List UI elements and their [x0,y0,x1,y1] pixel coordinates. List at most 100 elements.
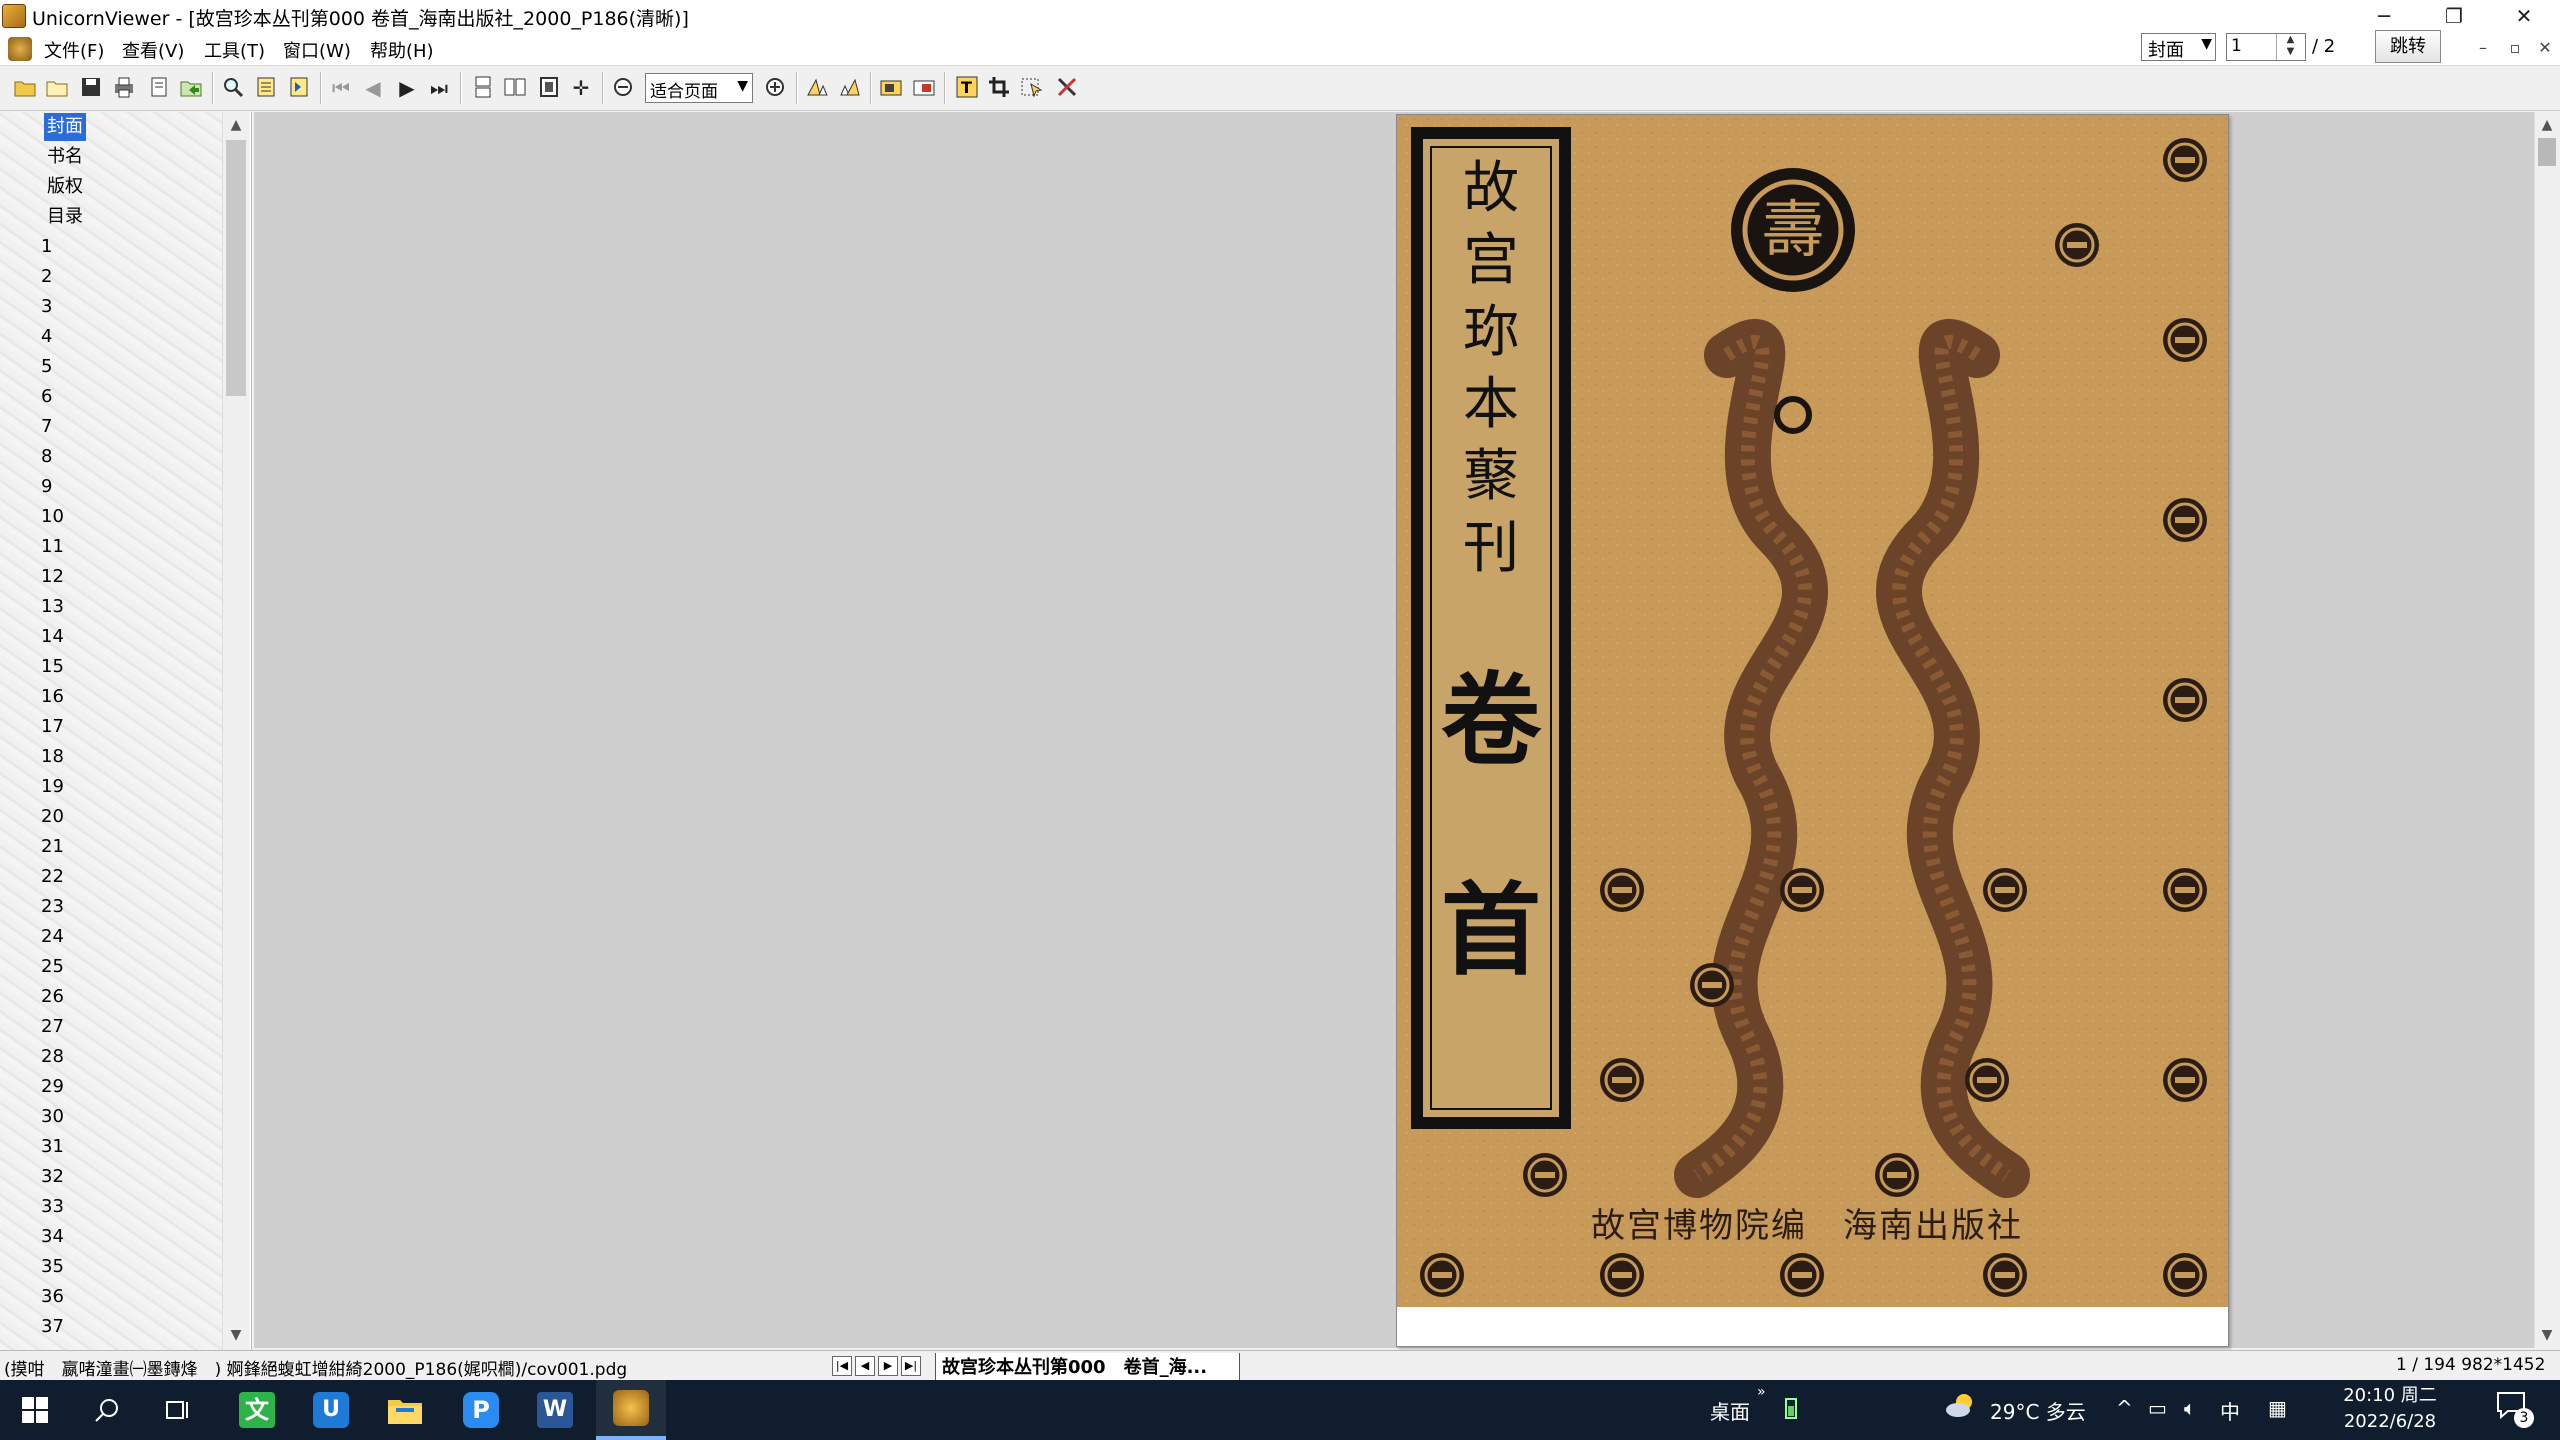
tree-item[interactable]: 29 [38,1073,67,1101]
save-icon[interactable] [76,73,106,103]
tree-item[interactable]: 36 [38,1283,67,1311]
menu-file[interactable]: 文件(F) [44,37,104,63]
tree-item[interactable]: 17 [38,713,67,741]
tree-item[interactable]: 13 [38,593,67,621]
tree-item[interactable]: 34 [38,1223,67,1251]
goto-button[interactable]: 跳转 [2375,30,2441,63]
chevron-right-icon[interactable]: » [1757,1384,1766,1400]
settings-tools-icon[interactable] [1052,73,1082,103]
document-tab[interactable]: 故宫珍本丛刊第000 卷首_海... [935,1353,1240,1381]
fit-page-icon[interactable] [534,73,564,103]
document-page[interactable]: 壽 故宫珎本藂刊 卷首 故宫博物院编 海南出版社 [1396,114,2229,1347]
tab-prev-button[interactable]: ◀ [855,1356,875,1376]
crop-icon[interactable] [984,73,1014,103]
tree-item[interactable]: 3 [38,293,55,321]
zoom-out-icon[interactable] [608,73,638,103]
tree-item[interactable]: 25 [38,953,67,981]
search-icon[interactable] [218,73,248,103]
print-icon[interactable] [109,73,139,103]
left-scroll-thumb[interactable] [226,140,246,396]
last-page-icon[interactable]: ⏭ [424,73,454,103]
tree-item[interactable]: 6 [38,383,55,411]
tree-item[interactable]: 30 [38,1103,67,1131]
network-icon[interactable]: ▭ [2148,1396,2167,1420]
menu-help[interactable]: 帮助(H) [370,37,434,63]
tree-item[interactable]: 24 [38,923,67,951]
tree-item[interactable]: 版权 [44,173,86,201]
open-file-icon[interactable] [42,73,72,103]
taskbar-app-unicornviewer[interactable] [596,1380,666,1440]
scroll-down-icon[interactable]: ▼ [2534,1322,2560,1348]
tree-item[interactable]: 书名 [44,143,86,171]
desktop-toolbar-label[interactable]: 桌面 [1710,1396,1750,1425]
tree-item[interactable]: 20 [38,803,67,831]
tree-item[interactable]: 26 [38,983,67,1011]
tree-item[interactable]: 21 [38,833,67,861]
tree-item[interactable]: 22 [38,863,67,891]
volume-icon[interactable]: 🔈︎ [2184,1396,2196,1420]
start-button[interactable] [0,1380,70,1440]
two-page-icon[interactable] [500,73,530,103]
tree-item[interactable]: 28 [38,1043,67,1071]
zoom-select[interactable]: 适合页面 ▼ [645,73,753,103]
prev-page-icon[interactable]: ◀ [358,73,388,103]
mdi-close-button[interactable]: ✕ [2532,38,2558,64]
tree-item[interactable]: 4 [38,323,55,351]
document-menu-icon[interactable] [8,37,32,61]
first-page-icon[interactable]: ⏮ [326,73,356,103]
next-page-icon[interactable]: ▶ [392,73,422,103]
chevron-up-icon[interactable]: ^ [2116,1396,2133,1420]
menu-window[interactable]: 窗口(W) [283,37,351,63]
tree-item[interactable]: 封面 [44,113,86,141]
tree-item[interactable]: 31 [38,1133,67,1161]
taskbar-app-p[interactable]: P [446,1380,516,1440]
right-scrollbar[interactable] [2534,112,2560,1348]
page-type-select[interactable]: 封面 ▼ [2141,33,2216,61]
export-icon[interactable] [176,73,206,103]
tree-item[interactable]: 8 [38,443,55,471]
task-view-button[interactable] [144,1380,214,1440]
tree-item[interactable]: 27 [38,1013,67,1041]
taskbar-app-outlook[interactable]: U [296,1380,366,1440]
select-tool-icon[interactable] [1018,73,1048,103]
restore-button[interactable]: ❐ [2424,0,2484,33]
mdi-restore-button[interactable]: ▫ [2502,38,2528,64]
bookmark-list-icon[interactable] [284,73,314,103]
tree-item[interactable]: 1 [38,233,55,261]
scroll-up-icon[interactable]: ▲ [222,112,250,138]
taskbar-app-explorer[interactable] [370,1380,440,1440]
minimize-button[interactable]: ─ [2354,0,2414,33]
close-button[interactable]: ✕ [2494,0,2554,33]
weather-text[interactable]: 29°C 多云 [1990,1396,2086,1425]
tree-item[interactable]: 5 [38,353,55,381]
tab-next-button[interactable]: ▶ [878,1356,898,1376]
pan-icon[interactable]: ✛ [566,73,596,103]
right-scroll-thumb[interactable] [2538,138,2556,166]
page-spinner[interactable]: ▲ ▼ [2276,34,2304,60]
tree-item[interactable]: 2 [38,263,55,291]
tree-item[interactable]: 19 [38,773,67,801]
tab-first-button[interactable]: |◀ [832,1356,852,1376]
tree-item[interactable]: 18 [38,743,67,771]
tree-item[interactable]: 37 [38,1313,67,1341]
open-folder-icon[interactable] [10,73,40,103]
clock[interactable]: 20:10 周二 2022/6/28 [2330,1383,2450,1435]
weather-icon[interactable] [1944,1390,1980,1425]
ime-indicator[interactable]: 中 [2220,1396,2240,1425]
continuous-page-icon[interactable] [468,73,498,103]
spin-down-icon[interactable]: ▼ [2277,46,2304,58]
rotate-right-icon[interactable] [835,73,865,103]
print-preview-icon[interactable] [144,73,174,103]
tab-last-button[interactable]: ▶| [901,1356,921,1376]
tree-item[interactable]: 9 [38,473,55,501]
tree-item[interactable]: 32 [38,1163,67,1191]
menu-view[interactable]: 查看(V) [122,37,184,63]
zoom-in-icon[interactable] [760,73,790,103]
tree-item[interactable]: 10 [38,503,67,531]
scroll-up-icon[interactable]: ▲ [2534,112,2560,138]
search-button[interactable] [72,1380,142,1440]
tree-item[interactable]: 7 [38,413,55,441]
scroll-down-icon[interactable]: ▼ [222,1322,250,1348]
toc-icon[interactable] [251,73,281,103]
tree-item[interactable]: 14 [38,623,67,651]
